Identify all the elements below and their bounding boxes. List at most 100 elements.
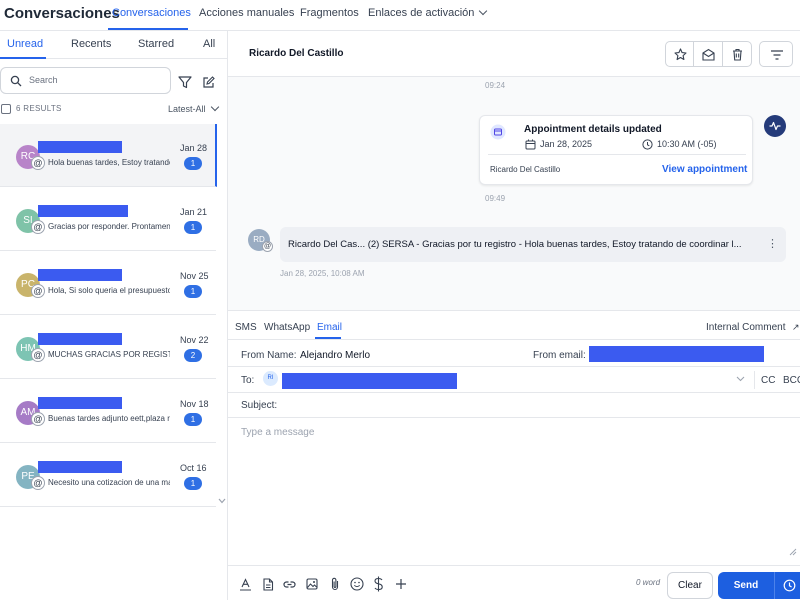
message-input[interactable]: Type a message [241,427,314,438]
composer-toolbar: 0 word Clear Send [228,565,800,600]
tab-acciones-manuales[interactable]: Acciones manuales [199,7,294,19]
schedule-send-button[interactable] [774,572,800,599]
filter-lines-icon [771,50,783,60]
list-item[interactable]: PC @ Hola, Si solo queria el presupuesto..… [0,252,216,315]
chat-header: Ricardo Del Castillo [228,31,800,77]
from-row: From Name: Alejandro Merlo From email: [228,340,800,367]
conversation-list-pane: Unread Recents Starred All Search 6 RESU… [0,31,228,600]
image-icon[interactable] [306,578,318,590]
subject-row[interactable]: Subject: [228,393,800,418]
compose-icon[interactable] [202,76,215,89]
unread-count-badge: 2 [184,349,202,362]
message-preview: Hola, Si solo queria el presupuesto.. [48,286,170,295]
unread-count-badge: 1 [184,477,202,490]
filter-icon[interactable] [178,76,192,89]
more-options-icon[interactable]: ⋮ [767,237,778,250]
active-tab-indicator [108,28,188,30]
to-divider [754,371,755,389]
message-preview: Buenas tardes adjunto eett,plaza rio [48,414,170,423]
sort-label: Latest-All [168,104,206,114]
text-format-icon[interactable] [239,578,252,591]
top-navigation: Conversaciones Conversaciones Acciones m… [0,0,800,31]
email-channel-icon: @ [31,156,45,170]
internal-comment-tab[interactable]: Internal Comment [706,322,785,333]
channel-sms[interactable]: SMS [235,322,257,333]
calendar-icon [490,124,506,140]
unread-count-badge: 1 [184,285,202,298]
send-button[interactable]: Send [718,572,774,599]
message-time: 09:24 [485,81,506,90]
results-count: 6 RESULTS [16,104,62,113]
search-placeholder: Search [29,75,58,85]
list-item[interactable]: SI @ Gracias por responder. Prontamente Jan… [0,188,216,251]
plus-icon[interactable] [395,578,407,590]
star-icon [674,48,687,61]
chevron-down-icon [479,6,488,16]
trash-icon [733,48,742,61]
mark-unread-button[interactable] [694,41,723,67]
email-channel-icon: @ [31,220,45,234]
attachment-icon[interactable] [330,577,340,591]
filter-menu-button[interactable] [759,41,793,67]
list-item[interactable]: HM@MUCHAS GRACIAS POR REGISTRANov 222 [0,316,216,379]
sort-dropdown[interactable]: Latest-All [168,102,219,114]
select-all-checkbox[interactable] [1,104,11,114]
dollar-icon[interactable] [373,576,384,592]
conversation-date: Oct 16 [180,463,207,473]
link-icon[interactable] [283,579,296,590]
cc-button[interactable]: CC [761,375,775,386]
list-item[interactable]: AM @ Buenas tardes adjunto eett,plaza rio N… [0,380,216,443]
redacted-from-email [589,346,764,362]
unread-count-badge: 1 [184,413,202,426]
tab-unread[interactable]: Unread [7,38,43,50]
tab-fragmentos[interactable]: Fragmentos [300,7,359,19]
email-message[interactable]: Ricardo Del Cas... (2) SERSA - Gracias p… [280,227,786,262]
redacted-contact-name [38,397,122,409]
redacted-recipient [282,373,457,389]
email-message-text: Ricardo Del Cas... (2) SERSA - Gracias p… [288,239,742,250]
unread-count-badge: 1 [184,221,202,234]
message-preview: Hola buenas tardes, Estoy tratando [48,158,170,167]
redacted-contact-name [38,205,128,217]
from-name-label: From Name: [241,350,297,361]
tab-starred[interactable]: Starred [138,38,174,50]
list-item[interactable]: PE @ Necesito una cotizacion de una mar Oct… [0,444,216,507]
to-label: To: [241,375,255,386]
activity-button[interactable] [764,115,786,137]
bcc-button[interactable]: BCC [783,375,800,386]
channel-email[interactable]: Email [317,322,342,333]
contact-name: Ricardo Del Castillo [249,48,344,59]
expand-icon[interactable]: ↗ [792,322,800,333]
tab-all[interactable]: All [203,38,215,50]
resize-handle-icon[interactable] [789,548,797,556]
chevron-down-icon[interactable] [736,376,745,382]
appointment-title: Appointment details updated [524,124,662,135]
tab-recents[interactable]: Recents [71,38,111,50]
search-input[interactable]: Search [0,67,171,94]
appointment-card: Appointment details updated Jan 28, 2025… [479,115,753,185]
channel-whatsapp[interactable]: WhatsApp [264,322,310,333]
delete-button[interactable] [723,41,752,67]
list-item[interactable]: RC @ Hola buenas tardes, Estoy tratando Jan… [0,124,217,187]
clear-button[interactable]: Clear [667,572,713,599]
star-button[interactable] [665,41,694,67]
to-row: To: RI CC BCC [228,367,800,393]
email-channel-icon: @ [31,476,45,490]
tab-enlaces-label: Enlaces de activación [368,7,475,19]
emoji-icon[interactable] [350,577,364,591]
redacted-contact-name [38,141,122,153]
app-title: Conversaciones [4,5,120,22]
message-timestamp: Jan 28, 2025, 10:08 AM [280,269,365,278]
from-name-value[interactable]: Alejandro Merlo [300,350,370,361]
envelope-open-icon [702,48,715,61]
scroll-down-icon[interactable] [218,498,226,504]
active-list-tab-indicator [0,57,46,59]
tab-conversaciones[interactable]: Conversaciones [112,7,191,19]
conversation-date: Jan 21 [180,207,208,217]
tab-enlaces-de-activacion[interactable]: Enlaces de activación [368,6,488,19]
document-icon[interactable] [262,578,274,591]
card-divider [488,154,746,155]
view-appointment-link[interactable]: View appointment [662,164,747,175]
message-preview: Gracias por responder. Prontamente [48,222,170,231]
chevron-down-icon [210,102,219,112]
